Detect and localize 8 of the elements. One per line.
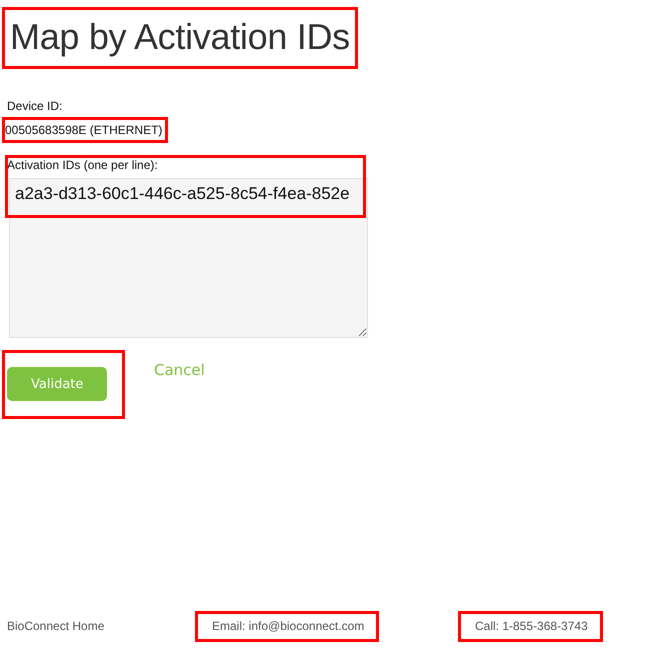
activation-ids-field[interactable]: a2a3-d313-60c1-446c-a525-8c54-f4ea-852e: [9, 178, 368, 338]
home-link[interactable]: BioConnect Home: [0, 614, 116, 639]
footer-contact: Call: 1-855-368-3743: [474, 618, 589, 635]
page-title: Map by Activation IDs: [9, 15, 351, 59]
footer-contact: Email: info@bioconnect.com: [211, 618, 366, 635]
activation-ids-label: Activation IDs (one per line):: [7, 158, 159, 172]
device-id-label: Device ID:: [7, 99, 64, 113]
device-id-value: 00505683598E (ETHERNET): [5, 122, 164, 139]
